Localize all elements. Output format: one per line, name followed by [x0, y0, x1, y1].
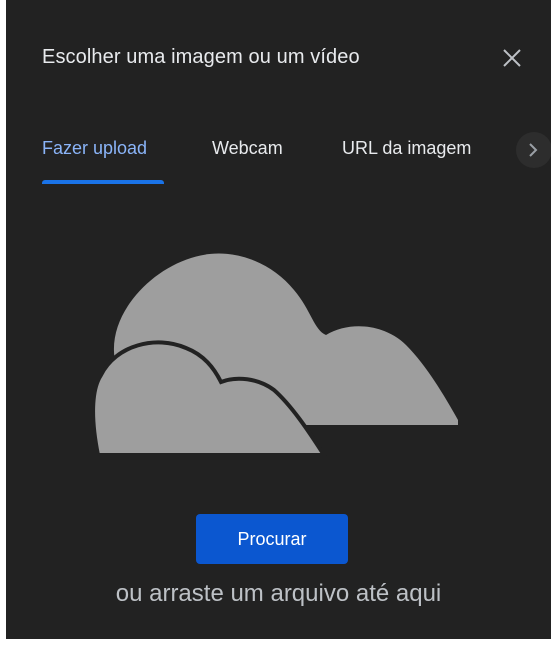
chevron-right-icon [529, 143, 538, 157]
upload-dialog: Escolher uma imagem ou um vídeo Fazer up… [6, 0, 551, 639]
close-button[interactable] [496, 42, 528, 74]
tab-url-da-imagem[interactable]: URL da imagem [342, 138, 471, 159]
drag-drop-hint: ou arraste um arquivo até aqui [115, 580, 442, 607]
dialog-header: Escolher uma imagem ou um vídeo [42, 46, 542, 76]
dialog-title: Escolher uma imagem ou um vídeo [42, 46, 360, 68]
tab-bar: Fazer upload Webcam URL da imagem [6, 128, 551, 188]
close-icon [503, 49, 521, 67]
tab-webcam[interactable]: Webcam [212, 138, 283, 159]
browse-button[interactable]: Procurar [196, 514, 348, 564]
tab-scroll-button[interactable] [516, 132, 551, 168]
upload-illustration [86, 250, 466, 465]
tab-fazer-upload[interactable]: Fazer upload [42, 138, 147, 159]
active-tab-indicator [42, 180, 164, 184]
cloud-icon [91, 253, 458, 457]
